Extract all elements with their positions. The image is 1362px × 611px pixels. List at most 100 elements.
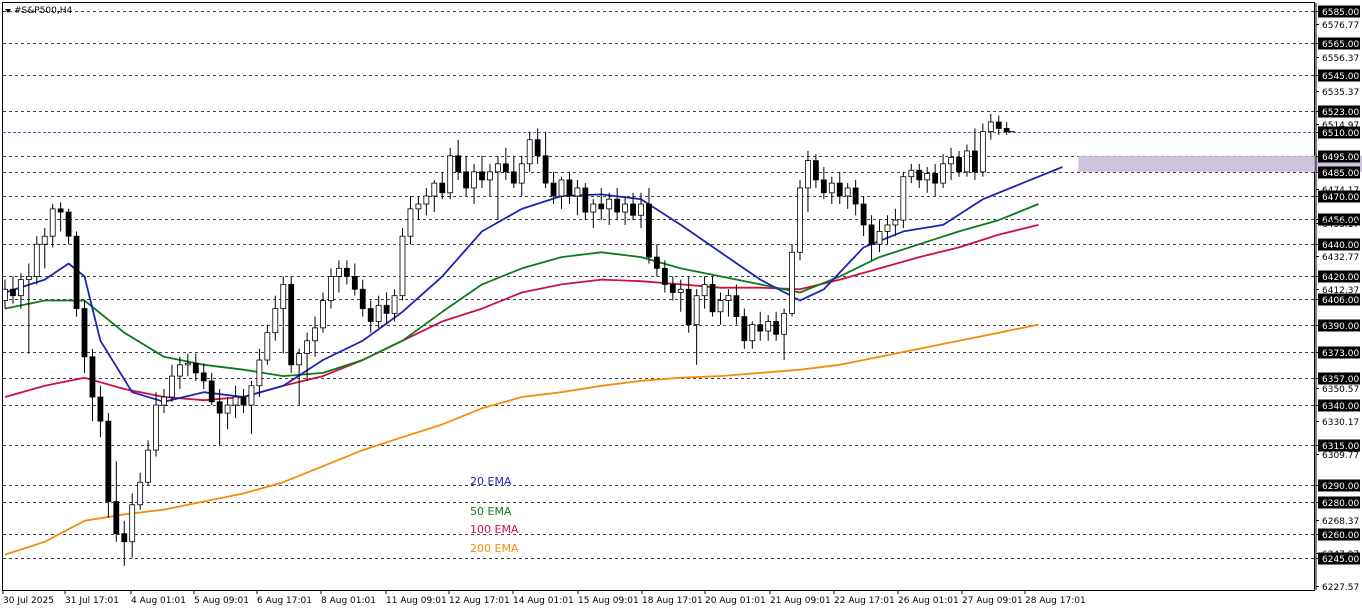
price-tick-label: 6227.57 [1322,583,1359,593]
candle-body [892,219,899,226]
price-level-label: 6545.00 [1322,72,1359,82]
time-label: 14 Aug 01:01 [513,596,574,606]
time-label: 30 Jul 2025 [3,596,54,606]
price-level-label: 6565.00 [1322,40,1359,50]
price-level-label: 6485.00 [1322,169,1359,179]
price-tick-label: 6432.77 [1322,253,1359,263]
candle-body [391,295,398,314]
price-level-label: 6420.00 [1322,273,1359,283]
candle-body [81,308,88,358]
candle-body [908,169,915,178]
symbol-label: #S&P500,H4 [5,6,73,16]
candle-body [208,380,215,403]
price-level-label: 6440.00 [1322,241,1359,251]
candle-body [940,163,946,184]
candle-body [463,171,470,189]
candle-body [169,375,175,398]
time-label: 31 Jul 17:01 [65,596,119,606]
candle-body [566,179,573,197]
candle-body [725,295,732,301]
price-level-label: 6390.00 [1322,322,1359,332]
candle-body [224,404,231,414]
candle-body [192,362,199,374]
candle-body [10,288,16,297]
candle-body [304,340,311,354]
price-level-label: 6373.00 [1322,349,1359,359]
price-level-label: 6280.00 [1322,499,1359,509]
candle-body [582,187,589,213]
time-label: 11 Aug 09:01 [386,596,447,606]
candle-body [312,327,318,342]
price-tick-label: 6330.17 [1322,418,1359,428]
candle-body [932,173,939,184]
candle-body [121,533,128,543]
candle-body [487,171,493,181]
candle [447,147,454,200]
candle-body [415,203,422,210]
candle-body [860,203,867,226]
candle-body [868,224,875,245]
candle-body [351,275,358,290]
candle-body [741,316,748,342]
candle [73,231,80,317]
candle-body [447,155,454,194]
time-label: 12 Aug 17:01 [449,596,510,606]
candle-body [232,396,239,406]
candle-body [479,171,485,181]
ema-legend-label: 100 EMA [470,523,519,536]
price-tick-label: 6576.77 [1322,21,1359,31]
candle-body [646,203,652,258]
price-level-label: 6260.00 [1322,531,1359,541]
candle-body [145,449,152,483]
candle-body [979,131,986,173]
candle-body [900,176,907,221]
candle-body [598,203,605,210]
candle-body [987,121,994,133]
candle-body [383,304,390,314]
candle-body [494,163,501,173]
symbol-text: #S&P500,H4 [14,6,73,16]
candle-body [343,267,350,277]
price-chart[interactable]: 6585.00 6576.77 6565.00 6556.37 6545.00 6535.… [0,0,1362,611]
candle-body [359,288,366,309]
candle-body [25,275,32,281]
time-label: 5 Aug 09:01 [194,596,249,606]
time-label: 4 Aug 01:01 [131,596,186,606]
candle [797,179,803,261]
candle-body [773,321,780,335]
candle-body [749,324,756,342]
price-level-label: 6470.00 [1322,193,1359,203]
candle-body [41,235,48,245]
candle-body [423,195,430,205]
candle-body [439,182,446,194]
candle-body [375,304,382,322]
price-level-label: 6340.00 [1322,402,1359,412]
candle-body [813,160,819,181]
candle-body [57,208,64,213]
price-level-label: 6585.00 [1322,8,1359,18]
candle-body [884,224,891,232]
chart-root: 6585.00 6576.77 6565.00 6556.37 6545.00 6535.… [0,0,1362,611]
candle-body [105,420,112,502]
candle-body [590,203,597,213]
time-label: 26 Aug 01:01 [898,596,959,606]
candle-body [526,139,533,165]
time-label: 20 Aug 01:01 [705,596,766,606]
candle-body [852,187,859,205]
candle-body [431,182,438,197]
candle-body [606,198,613,210]
candle-body [288,284,295,366]
candle-body [272,308,279,334]
candle-body [924,173,931,181]
candle-body [995,121,1002,129]
price-axis: 6585.00 6576.77 6565.00 6556.37 6545.00 6535.… [1315,3,1360,593]
candle-body [200,372,207,382]
candle-body [789,251,795,314]
price-level-label: 6510.00 [1322,129,1359,139]
price-level-label: 6245.00 [1322,555,1359,565]
price-level-label: 6495.00 [1322,153,1359,163]
candle-body [630,203,636,216]
candle-body [510,171,517,184]
candle-body [820,179,827,194]
candle-body [717,300,724,313]
